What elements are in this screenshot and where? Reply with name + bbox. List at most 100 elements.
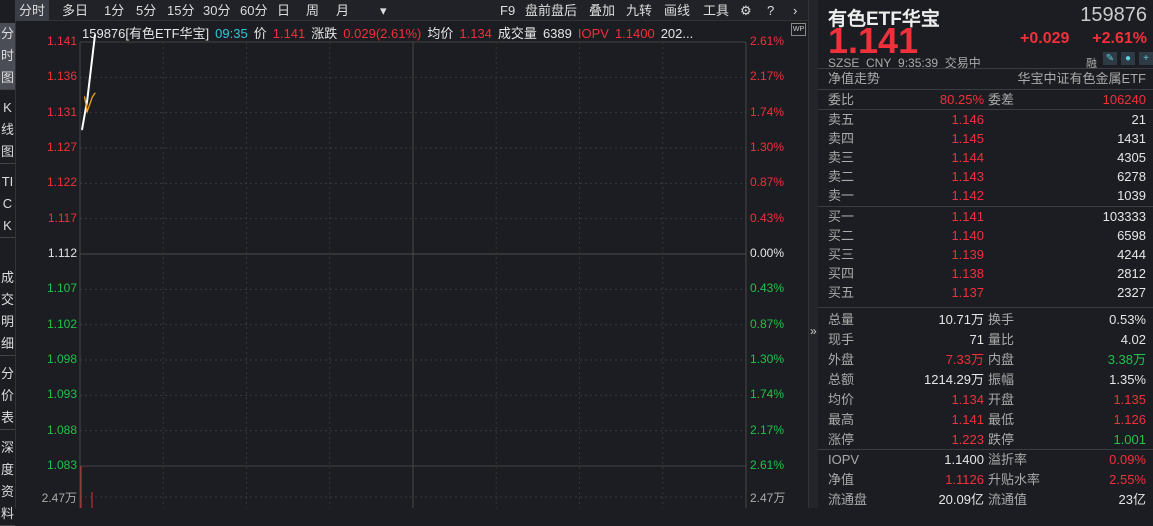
stat-row: 总额 1214.29万 振幅 1.35% [828, 370, 1146, 389]
value: 71 [969, 332, 984, 347]
price-point [84, 114, 86, 116]
price-tick: 1.093 [46, 387, 77, 402]
value: 3.38万 [1107, 352, 1146, 367]
label: 量比 [988, 332, 1015, 347]
pct-tick: 2.61% [750, 458, 785, 472]
collapse-button[interactable]: » [810, 324, 817, 338]
change-pct: +2.61% [1092, 30, 1147, 47]
bid-row[interactable]: 买三 1.139 4244 [828, 245, 1146, 264]
label: 跌停 [988, 432, 1015, 447]
label: 总额 [828, 372, 855, 387]
bid-row[interactable]: 买二 1.140 6598 [828, 226, 1146, 245]
price-tick: 1.102 [46, 316, 77, 331]
level-price: 1.144 [951, 150, 984, 165]
stat-row: 外盘 7.33万 内盘 3.38万 [828, 350, 1146, 369]
price-tick: 1.088 [46, 422, 77, 437]
etf-row: IOPV 1.1400 溢折率 0.09% [828, 450, 1146, 469]
label: 最低 [988, 412, 1015, 427]
level-price: 1.139 [951, 247, 984, 262]
value: 1.135 [1113, 392, 1146, 407]
level-volume: 2327 [1117, 285, 1146, 300]
label: 现手 [828, 332, 855, 347]
value: 1.223 [951, 432, 984, 447]
pct-tick: 1.74% [750, 104, 785, 119]
ask-row[interactable]: 卖五 1.146 21 [828, 110, 1146, 129]
stat-row: 最高 1.141 最低 1.126 [828, 410, 1146, 429]
price-tick: 1.083 [46, 458, 77, 472]
price-point [86, 99, 88, 102]
value: 20.09亿 [938, 492, 984, 507]
level-volume: 1431 [1117, 131, 1146, 146]
label: IOPV [828, 452, 860, 467]
level-label: 卖四 [828, 131, 855, 146]
level-volume: 21 [1131, 112, 1146, 127]
level-price: 1.142 [951, 188, 984, 203]
ask-row[interactable]: 卖三 1.144 4305 [828, 148, 1146, 167]
ask-row[interactable]: 卖二 1.143 6278 [828, 167, 1146, 186]
stat-row: 均价 1.134 开盘 1.135 [828, 390, 1146, 409]
value: 1.126 [1113, 412, 1146, 427]
pct-tick: 0.43% [750, 210, 785, 225]
level-price: 1.141 [951, 209, 984, 224]
value: 10.71万 [938, 312, 984, 327]
level-volume: 1039 [1117, 188, 1146, 203]
value: 0.09% [1109, 452, 1146, 467]
label: 溢折率 [988, 452, 1028, 467]
add-icon[interactable]: + [1139, 52, 1153, 65]
bid-row[interactable]: 买一 1.141 103333 [828, 207, 1146, 226]
level-price: 1.140 [951, 228, 984, 243]
pct-tick: 0.87% [750, 316, 785, 331]
pct-tick: 1.74% [750, 387, 785, 402]
avg-point [86, 110, 88, 113]
label: 涨停 [828, 432, 855, 447]
avg-point [84, 96, 86, 98]
weibi-value: 80.25% [939, 92, 984, 107]
pct-tick: 1.30% [750, 352, 785, 366]
level-price: 1.145 [951, 131, 984, 146]
value: 0.53% [1109, 312, 1146, 327]
label: 外盘 [828, 352, 855, 367]
level-volume: 6278 [1117, 169, 1146, 184]
nav-row[interactable]: 净值走势 华宝中证有色金属ETF [828, 69, 1146, 88]
value: 1.35% [1109, 372, 1146, 387]
price-line [81, 34, 96, 130]
level-label: 买四 [828, 266, 855, 281]
pct-tick: 2.61% [750, 34, 785, 48]
level-label: 卖三 [828, 150, 855, 165]
price-point [94, 34, 96, 36]
ask-row[interactable]: 卖一 1.142 1039 [828, 186, 1146, 205]
value: 2.55% [1109, 472, 1146, 487]
intraday-chart[interactable] [0, 0, 808, 508]
price-tick: 1.122 [46, 175, 77, 190]
pct-tick: 2.17% [750, 69, 785, 84]
pct-tick: 0.87% [750, 175, 785, 190]
value: 1.141 [951, 412, 984, 427]
value: 4.02 [1120, 332, 1146, 347]
collapse-strip[interactable]: » [808, 0, 818, 508]
level-price: 1.143 [951, 169, 984, 184]
stat-row: 涨停 1.223 跌停 1.001 [828, 430, 1146, 449]
label: 内盘 [988, 352, 1015, 367]
ask-row[interactable]: 卖四 1.145 1431 [828, 129, 1146, 148]
level-label: 买二 [828, 228, 855, 243]
level-volume: 103333 [1102, 209, 1146, 224]
price-point [81, 129, 83, 131]
volume-tick-left: 2.47万 [41, 491, 77, 505]
bid-row[interactable]: 买五 1.137 2327 [828, 283, 1146, 302]
price-point [89, 77, 91, 80]
nav-trend-label[interactable]: 净值走势 [828, 69, 880, 88]
value: 23亿 [1118, 492, 1146, 507]
label: 流通盘 [828, 492, 868, 507]
pct-tick: 0.43% [750, 281, 785, 296]
value: 1.1126 [945, 472, 984, 487]
bid-row[interactable]: 买四 1.138 2812 [828, 264, 1146, 283]
level-volume: 4305 [1117, 150, 1146, 165]
price-tick: 1.117 [47, 210, 77, 225]
avg-point [89, 103, 91, 105]
weibi-row: 委比 80.25% 委差 106240 [828, 90, 1146, 109]
pct-tick: 1.30% [750, 140, 785, 154]
edit-icon[interactable]: ✎ [1103, 52, 1117, 65]
level-price: 1.138 [951, 266, 984, 281]
price-tick: 1.141 [46, 34, 77, 48]
bell-icon[interactable]: ● [1121, 52, 1135, 65]
